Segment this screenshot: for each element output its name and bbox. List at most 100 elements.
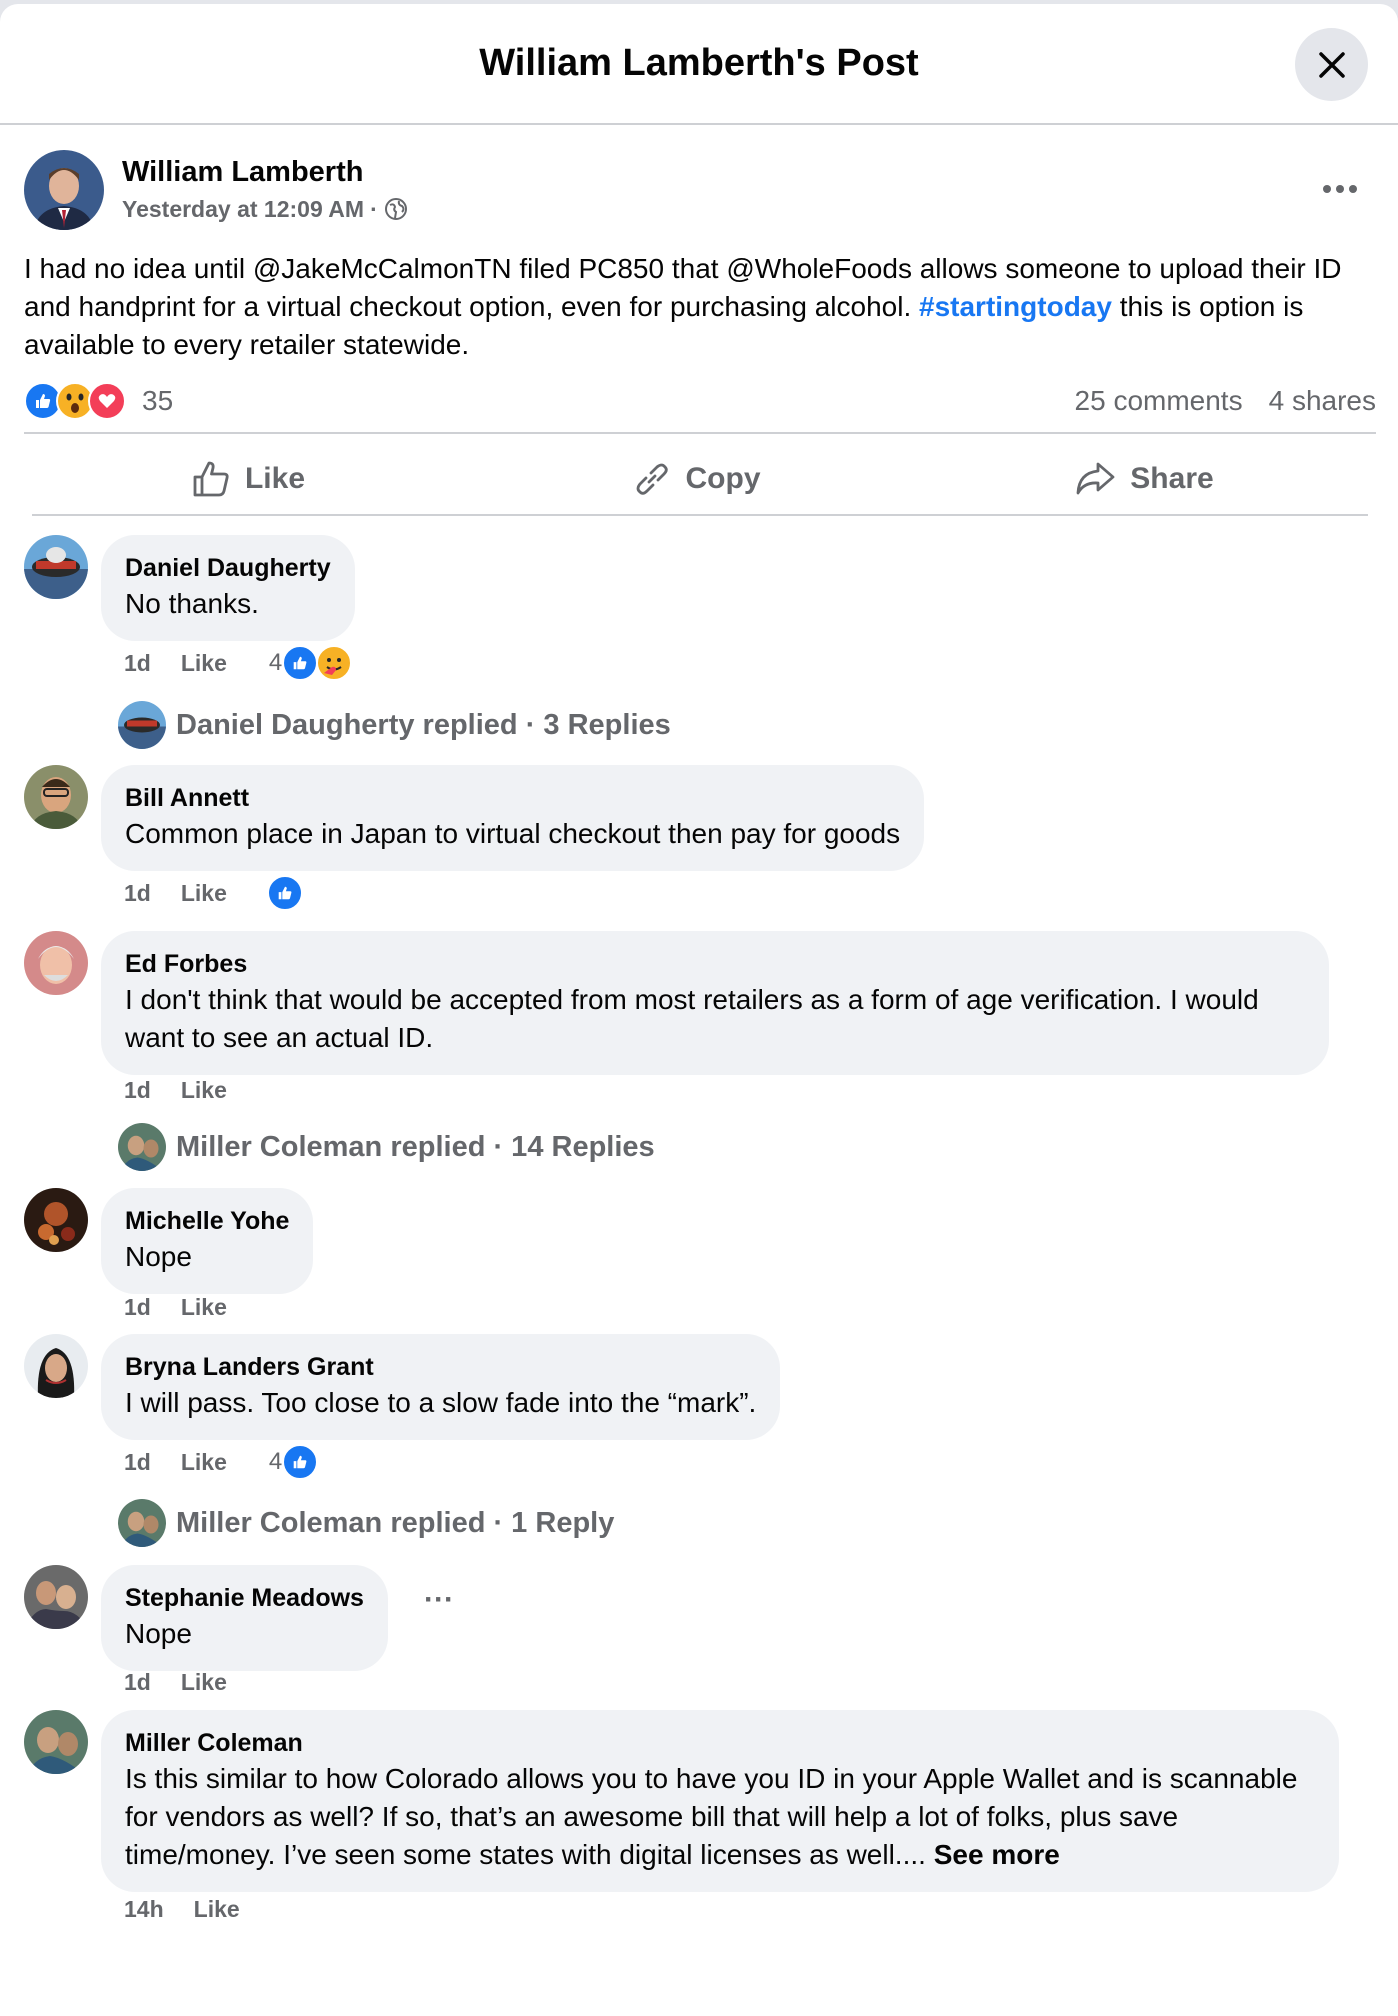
share-button[interactable]: Share (920, 440, 1368, 518)
link-icon (636, 463, 668, 495)
comment-item: Michelle Yohe Nope 1d Like (24, 1188, 1364, 1328)
copy-label: Copy (685, 462, 761, 495)
see-more-link[interactable]: See more (934, 1839, 1060, 1870)
view-replies-button[interactable]: Daniel Daugherty replied · 3 Replies (118, 701, 671, 749)
comments-count[interactable]: 25 comments (1075, 385, 1243, 417)
comment-reaction-count: 4 (268, 649, 283, 676)
comment-text: No thanks. (125, 588, 259, 619)
comment-text: I don't think that would be accepted fro… (125, 984, 1259, 1053)
reaction-count[interactable]: 35 (142, 385, 173, 417)
comment-age[interactable]: 1d (124, 1294, 151, 1321)
commenter-name[interactable]: Stephanie Meadows (125, 1581, 364, 1615)
comment-meta: 1d Like (124, 1077, 227, 1104)
comment-reactions[interactable]: 4 (268, 645, 353, 681)
commenter-name[interactable]: Michelle Yohe (125, 1204, 289, 1238)
close-icon (1318, 51, 1345, 78)
post-options-button[interactable] (1318, 174, 1362, 204)
post-author: William Lamberth Yesterday at 12:09 AM · (24, 150, 408, 230)
post-modal: William Lamberth's Post William Lamberth… (0, 4, 1398, 2016)
comment-like-button[interactable]: Like (194, 1896, 240, 1923)
post-actions: Like Copy Share (24, 440, 1368, 518)
comment-item: Ed Forbes I don't think that would be ac… (24, 931, 1364, 1111)
comment-reactions[interactable]: 4 (268, 1444, 319, 1480)
comment-item: Miller Coleman Is this similar to how Co… (24, 1710, 1364, 1930)
divider (32, 514, 1368, 516)
comment-bubble[interactable]: Daniel Daugherty No thanks. (101, 535, 355, 641)
comment-item: Bill Annett Common place in Japan to vir… (24, 765, 1364, 915)
avatar[interactable] (24, 1710, 88, 1774)
comment-like-button[interactable]: Like (181, 880, 227, 907)
comment-meta: 1d Like 4 (124, 645, 353, 681)
comment-like-button[interactable]: Like (181, 1294, 227, 1321)
comment-age[interactable]: 1d (124, 880, 151, 907)
close-button[interactable] (1295, 28, 1368, 101)
avatar[interactable] (24, 535, 88, 599)
commenter-name[interactable]: Daniel Daugherty (125, 551, 331, 585)
divider (24, 432, 1376, 434)
comment-text: Nope (125, 1618, 192, 1649)
share-icon (1076, 462, 1115, 495)
avatar[interactable] (24, 931, 88, 995)
comment-age[interactable]: 1d (124, 1077, 151, 1104)
author-name[interactable]: William Lamberth (122, 154, 408, 190)
care-icon (316, 645, 353, 681)
comment-bubble[interactable]: Bill Annett Common place in Japan to vir… (101, 765, 925, 871)
comment-meta: 1d Like (124, 875, 303, 911)
hashtag-link[interactable]: #startingtoday (919, 291, 1112, 322)
avatar[interactable] (24, 1565, 88, 1629)
commenter-name[interactable]: Ed Forbes (125, 947, 1305, 981)
commenter-name[interactable]: Bryna Landers Grant (125, 1350, 756, 1384)
avatar[interactable] (24, 1188, 88, 1252)
post-time: Yesterday at 12:09 AM (122, 196, 365, 222)
like-icon (282, 645, 319, 681)
avatar (118, 1499, 166, 1547)
avatar[interactable] (24, 150, 104, 230)
comment-reactions[interactable] (266, 875, 303, 911)
post-timestamp[interactable]: Yesterday at 12:09 AM · (122, 190, 408, 228)
like-button[interactable]: Like (24, 440, 472, 518)
comment-bubble[interactable]: Miller Coleman Is this similar to how Co… (101, 1710, 1339, 1892)
comment-like-button[interactable]: Like (181, 1077, 227, 1104)
comment-bubble[interactable]: Ed Forbes I don't think that would be ac… (101, 931, 1329, 1075)
commenter-name[interactable]: Bill Annett (125, 781, 900, 815)
comment-bubble[interactable]: Bryna Landers Grant I will pass. Too clo… (101, 1334, 781, 1440)
view-replies-button[interactable]: Miller Coleman replied · 1 Reply (118, 1499, 614, 1547)
love-icon (88, 382, 126, 420)
more-dots-icon (1323, 185, 1357, 193)
avatar[interactable] (24, 1334, 88, 1398)
comment-meta: 1d Like (124, 1294, 227, 1321)
comment-bubble[interactable]: Michelle Yohe Nope (101, 1188, 314, 1294)
shares-count[interactable]: 4 shares (1269, 385, 1376, 417)
post-body: I had no idea until @JakeMcCalmonTN file… (24, 250, 1374, 364)
comment-reaction-count: 4 (268, 1448, 283, 1475)
avatar (118, 1123, 166, 1171)
like-icon (266, 875, 303, 911)
globe-icon (384, 198, 407, 220)
comment-item: Bryna Landers Grant I will pass. Too clo… (24, 1334, 1364, 1484)
comment-age[interactable]: 1d (124, 650, 151, 677)
comment-like-button[interactable]: Like (181, 650, 227, 677)
like-label: Like (244, 462, 306, 495)
thumbs-up-icon (193, 461, 229, 497)
comment-like-button[interactable]: Like (181, 1669, 227, 1696)
comment-item: Stephanie Meadows Nope ··· 1d Like (24, 1565, 1364, 1705)
comment-options-button[interactable]: ··· (424, 1583, 454, 1617)
comment-text: Is this similar to how Colorado allows y… (125, 1763, 1298, 1870)
comment-age[interactable]: 14h (124, 1896, 164, 1923)
comment-bubble[interactable]: Stephanie Meadows Nope (101, 1565, 388, 1671)
replies-label: Miller Coleman replied · 1 Reply (176, 1506, 615, 1539)
comment-item: Daniel Daugherty No thanks. 1d Like 4 (24, 535, 1364, 705)
commenter-name[interactable]: Miller Coleman (125, 1726, 1315, 1760)
comment-age[interactable]: 1d (124, 1669, 151, 1696)
copy-button[interactable]: Copy (472, 440, 920, 518)
avatar (118, 701, 166, 749)
comment-like-button[interactable]: Like (181, 1449, 227, 1476)
comment-meta: 1d Like 4 (124, 1444, 319, 1480)
comment-age[interactable]: 1d (124, 1449, 151, 1476)
reaction-summary[interactable] (24, 382, 126, 420)
avatar[interactable] (24, 765, 88, 829)
comment-text: Common place in Japan to virtual checkou… (125, 818, 901, 849)
comment-meta: 14h Like (124, 1896, 240, 1923)
view-replies-button[interactable]: Miller Coleman replied · 14 Replies (118, 1123, 655, 1171)
comment-text: Nope (125, 1241, 192, 1272)
